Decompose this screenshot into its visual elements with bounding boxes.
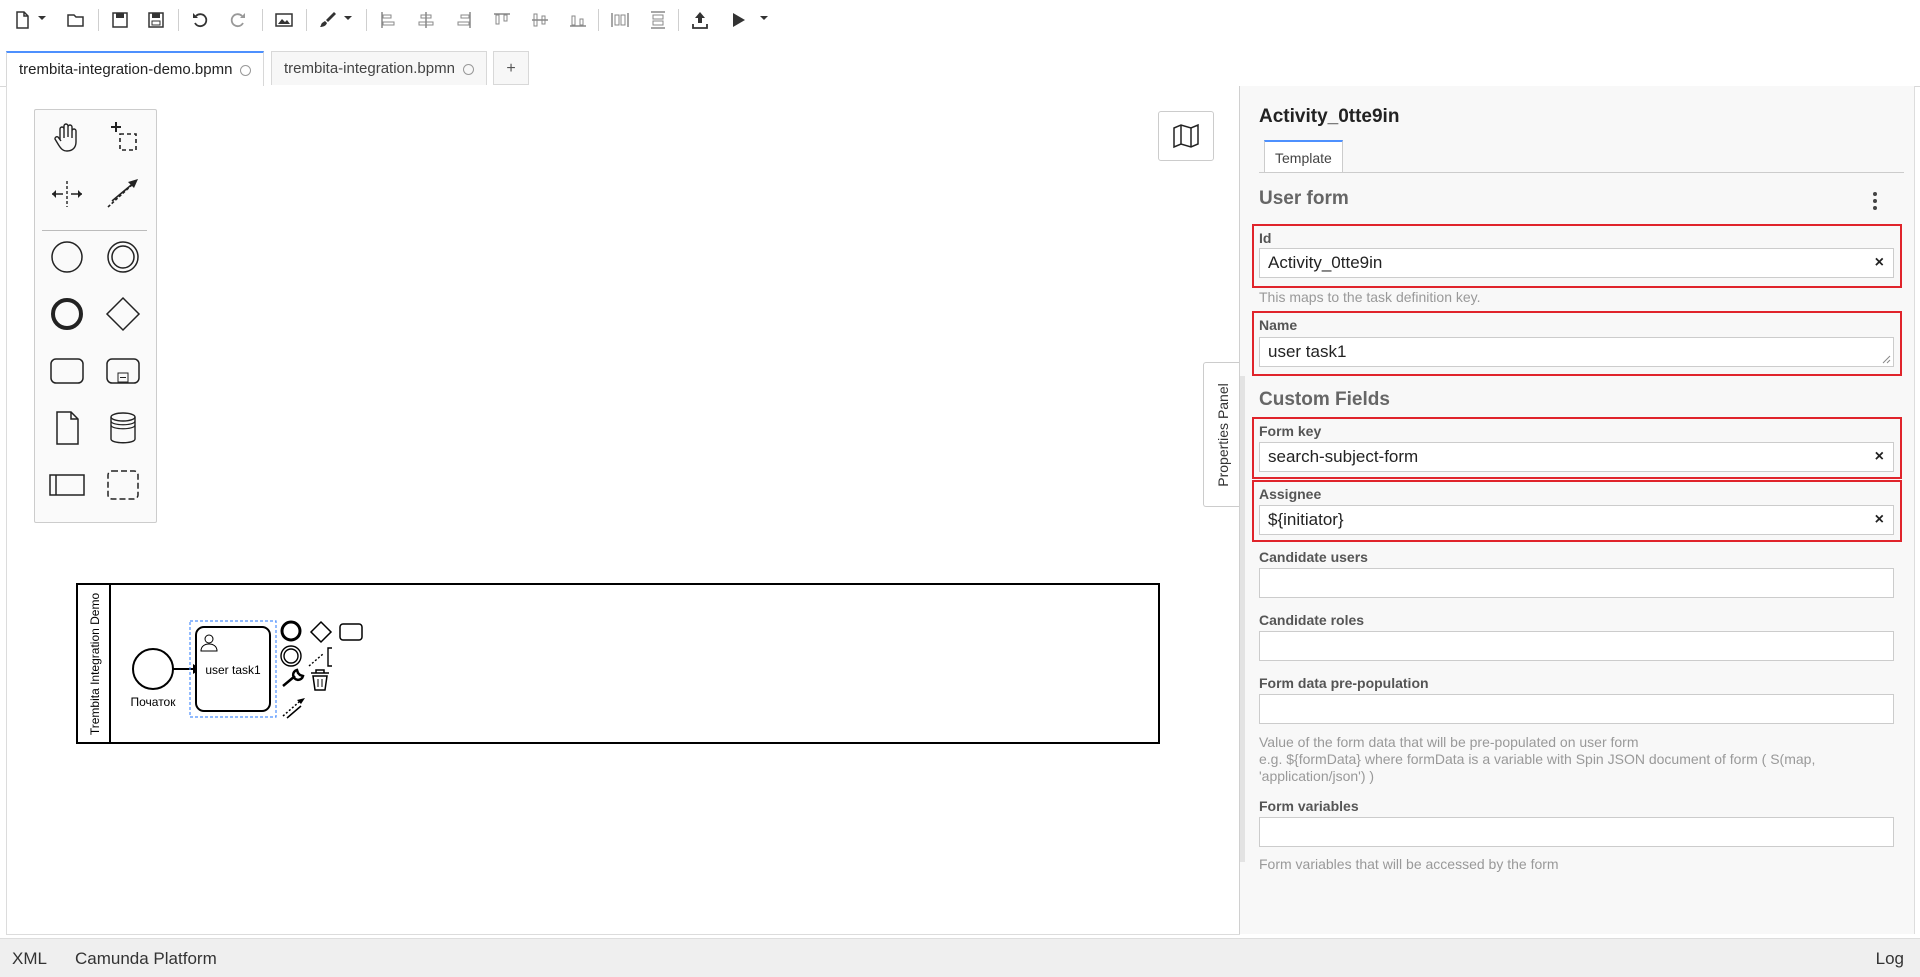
form-variables-field[interactable] [1259, 817, 1894, 847]
file-tabs: trembita-integration-demo.bpmn trembita-… [0, 50, 1920, 87]
align-bottom-icon[interactable] [566, 8, 590, 32]
form-key-value: search-subject-form [1268, 447, 1419, 466]
tab-trembita-integration-demo[interactable]: trembita-integration-demo.bpmn [6, 51, 264, 87]
form-variables-description: Form variables that will be accessed by … [1259, 856, 1559, 872]
toolbar-separator [306, 9, 307, 31]
clear-id-icon[interactable]: × [1875, 249, 1884, 277]
assignee-field[interactable]: ${initiator} × [1259, 505, 1894, 535]
form-data-description-line: Value of the form data that will be pre-… [1259, 734, 1639, 750]
id-description: This maps to the task definition key. [1259, 289, 1481, 305]
group-title-user-form: User form [1259, 188, 1349, 209]
form-data-description: Value of the form data that will be pre-… [1259, 734, 1889, 785]
user-task[interactable]: user task1 [195, 626, 271, 712]
name-textarea[interactable]: user task1 [1259, 337, 1894, 367]
status-bar: XML Camunda Platform Log [0, 938, 1920, 977]
id-label: Id [1259, 230, 1272, 246]
unsaved-dot-icon [240, 64, 252, 76]
chevron-down-icon[interactable] [760, 14, 768, 22]
align-middle-icon[interactable] [528, 8, 552, 32]
undo-icon[interactable] [188, 8, 212, 32]
align-right-icon[interactable] [452, 8, 476, 32]
properties-panel-toggle[interactable]: Properties Panel [1203, 362, 1241, 507]
toolbar-separator [366, 9, 367, 31]
id-field[interactable]: Activity_0tte9in × [1259, 248, 1894, 278]
element-id-title: Activity_0tte9in [1259, 106, 1400, 127]
candidate-roles-label: Candidate roles [1259, 612, 1365, 628]
panel-resize-handle[interactable] [1240, 376, 1245, 862]
form-variables-label: Form variables [1259, 798, 1359, 814]
tab-trembita-integration[interactable]: trembita-integration.bpmn [271, 51, 487, 85]
save-icon[interactable] [108, 8, 132, 32]
toolbar-separator [178, 9, 179, 31]
unsaved-dot-icon [462, 63, 474, 75]
resize-handle-icon[interactable] [1881, 354, 1891, 364]
more-options-icon[interactable] [1871, 190, 1879, 212]
chevron-down-icon[interactable] [38, 14, 46, 22]
candidate-users-label: Candidate users [1259, 549, 1368, 565]
distribute-horizontal-icon[interactable] [608, 8, 632, 32]
clear-form-key-icon[interactable]: × [1875, 443, 1884, 471]
properties-panel-toggle-label: Properties Panel [1214, 382, 1231, 487]
toolbar-separator [598, 9, 599, 31]
tab-label: trembita-integration-demo.bpmn [19, 61, 233, 78]
name-value: user task1 [1268, 342, 1347, 361]
save-as-icon[interactable] [144, 8, 168, 32]
align-center-icon[interactable] [414, 8, 438, 32]
align-top-icon[interactable] [490, 8, 514, 32]
form-key-field[interactable]: search-subject-form × [1259, 442, 1894, 472]
xml-toggle[interactable]: XML [12, 949, 47, 969]
group-title-custom-fields: Custom Fields [1259, 389, 1390, 410]
log-toggle[interactable]: Log [1876, 949, 1904, 969]
open-folder-icon[interactable] [64, 8, 88, 32]
form-key-label: Form key [1259, 423, 1322, 439]
redo-icon[interactable] [226, 8, 250, 32]
tab-underline [1259, 172, 1904, 173]
form-data-label: Form data pre-population [1259, 675, 1429, 691]
align-left-icon[interactable] [376, 8, 400, 32]
name-label: Name [1259, 317, 1298, 333]
chevron-down-icon[interactable] [344, 14, 352, 22]
platform-indicator[interactable]: Camunda Platform [75, 949, 217, 969]
tab-template[interactable]: Template [1264, 140, 1343, 172]
form-data-field[interactable] [1259, 694, 1894, 724]
toolbar-separator [262, 9, 263, 31]
start-event[interactable]: Початок [131, 648, 177, 709]
assignee-value: ${initiator} [1268, 510, 1344, 529]
pool-label: Trembita Integration Demo [88, 593, 102, 736]
assignee-label: Assignee [1259, 486, 1322, 502]
diagram-canvas[interactable]: Trembita Integration Demo Початок user t… [6, 86, 1241, 935]
distribute-vertical-icon[interactable] [646, 8, 670, 32]
paint-brush-icon[interactable] [316, 8, 340, 32]
candidate-roles-field[interactable] [1259, 631, 1894, 661]
tab-label: trembita-integration.bpmn [284, 60, 455, 77]
toolbar [0, 0, 1920, 42]
task-label: user task1 [205, 663, 261, 677]
start-event-label: Початок [131, 695, 177, 709]
properties-panel: Activity_0tte9in Template User form Id A… [1240, 86, 1915, 934]
bpmn-diagram: Trembita Integration Demo Початок user t… [76, 583, 1160, 744]
play-icon[interactable] [726, 8, 750, 32]
image-export-icon[interactable] [272, 8, 296, 32]
toolbar-separator [678, 9, 679, 31]
toolbar-separator [98, 9, 99, 31]
add-tab-button[interactable]: + [493, 51, 529, 85]
new-file-icon[interactable] [10, 8, 34, 32]
clear-assignee-icon[interactable]: × [1875, 506, 1884, 534]
id-value: Activity_0tte9in [1268, 253, 1383, 272]
form-data-description-example: e.g. ${formData} where formData is a var… [1259, 751, 1816, 784]
deploy-icon[interactable] [688, 8, 712, 32]
candidate-users-field[interactable] [1259, 568, 1894, 598]
